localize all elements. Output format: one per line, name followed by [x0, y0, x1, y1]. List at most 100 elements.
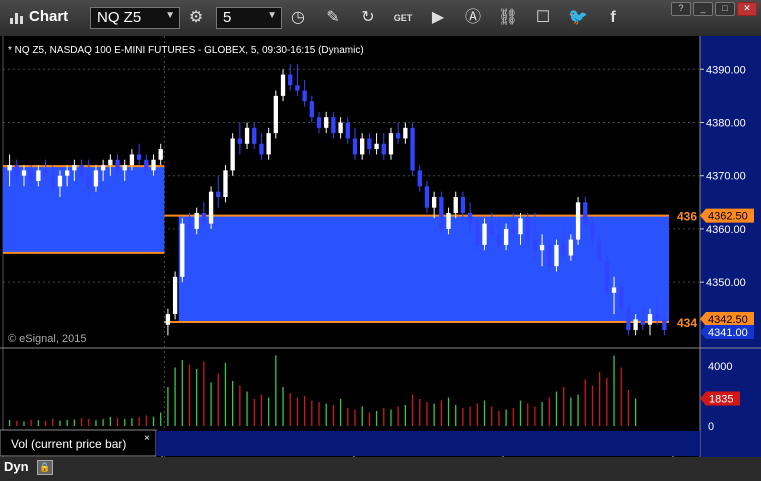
price-tick-label: 4380.00 [706, 118, 746, 130]
help-icon[interactable]: ? [671, 2, 691, 16]
candle-body [21, 170, 27, 176]
candle-body [431, 197, 437, 208]
last-price-value: 4341.00 [708, 327, 748, 339]
current-volume-value: 1835 [709, 393, 733, 405]
chat-icon[interactable]: ☐ [530, 7, 556, 29]
alert-icon[interactable]: Ⓐ [460, 7, 486, 29]
candle-body [259, 143, 264, 155]
candle-body [439, 197, 444, 229]
candle-body [575, 202, 581, 240]
candle-body [65, 170, 70, 176]
candle-body [216, 191, 221, 197]
candle-body [583, 202, 588, 224]
candle-body [554, 244, 559, 267]
candle-body [144, 159, 149, 171]
price-tick-label: 4350.00 [706, 277, 746, 289]
candle-body [460, 197, 466, 213]
interval-value: 5 [223, 9, 232, 26]
candle-body [244, 127, 250, 144]
symbol-value: NQ Z5 [97, 9, 142, 26]
lower-level-label: 434 [677, 316, 697, 330]
candle-body [381, 143, 386, 155]
candle-body [302, 90, 307, 102]
maximize-icon[interactable]: □ [715, 2, 735, 16]
candle-body [230, 138, 235, 171]
candle-body [86, 175, 91, 187]
refresh-icon[interactable]: ↻ [355, 7, 381, 29]
candle-body [223, 170, 228, 197]
lock-icon[interactable]: 🔒 [37, 460, 53, 475]
candle-body [619, 287, 624, 309]
candle-body [72, 165, 77, 171]
volume-study-label: Vol (current price bar) [11, 437, 126, 451]
candle-body [180, 223, 185, 277]
candle-body [172, 276, 178, 315]
close-icon[interactable]: ✕ [737, 2, 757, 16]
candle-body [208, 191, 214, 224]
price-tick-label: 4390.00 [706, 64, 746, 76]
candle-body [633, 319, 638, 331]
lower-level-value: 4342.50 [708, 314, 748, 326]
candle-body [417, 170, 422, 187]
candle-body [396, 133, 401, 139]
candle-body [129, 154, 135, 166]
chart-app-icon [10, 10, 24, 24]
candle-body [266, 133, 271, 155]
clock-icon[interactable]: ◷ [285, 7, 311, 29]
candle-body [518, 218, 523, 235]
candle-body [388, 133, 394, 155]
candle-body [108, 159, 113, 166]
candle-body [122, 165, 127, 171]
title-bar: Chart NQ Z5 ▼ ⚙ 5 ▼ ◷ ✎ ↻ GET ▶ Ⓐ ⛓ ☐ 🐦 … [0, 0, 761, 37]
candle-body [626, 308, 631, 331]
candle-body [561, 244, 566, 256]
candle-body [424, 186, 430, 208]
candle-body [446, 212, 451, 229]
candle-body [525, 218, 530, 240]
candle-body [539, 244, 545, 251]
candle-body [151, 159, 156, 171]
candle-body [482, 223, 487, 245]
prior-session-zone [3, 166, 165, 253]
candle-body [467, 212, 473, 224]
chart-area[interactable]: * NQ Z5, NASDAQ 100 E-MINI FUTURES - GLO… [0, 36, 761, 457]
candle-body [93, 170, 99, 187]
candle-body [532, 239, 538, 251]
window-controls: ? _ □ ✕ [671, 2, 757, 16]
symbol-input[interactable]: NQ Z5 ▼ [90, 7, 180, 29]
volume-tick-label: 4000 [708, 361, 732, 373]
candle-body [187, 223, 192, 229]
chevron-down-icon[interactable]: ▼ [165, 10, 175, 21]
candle-body [288, 74, 293, 86]
get-icon[interactable]: GET [390, 7, 416, 29]
candle-body [647, 314, 653, 325]
candle-body [50, 175, 55, 187]
minimize-icon[interactable]: _ [693, 2, 713, 16]
play-icon[interactable]: ▶ [425, 7, 451, 29]
chevron-down-icon[interactable]: ▼ [267, 10, 277, 21]
candle-body [136, 154, 142, 160]
facebook-icon[interactable]: f [600, 7, 626, 29]
candle-body [345, 122, 350, 139]
pencil-icon[interactable]: ✎ [320, 7, 346, 29]
candle-body [374, 143, 379, 150]
candle-body [201, 212, 207, 224]
candle-body [79, 165, 84, 176]
close-study-icon[interactable]: × [144, 433, 150, 444]
candle-body [352, 138, 358, 155]
app-title-label: Chart [29, 8, 69, 25]
candle-body [597, 239, 602, 261]
candle-body [511, 228, 516, 235]
settings-gear-icon[interactable]: ⚙ [183, 7, 209, 29]
copyright-text: © eSignal, 2015 [8, 333, 86, 345]
link-icon[interactable]: ⛓ [495, 7, 521, 29]
candle-body [43, 170, 48, 176]
dynamic-mode-label[interactable]: Dyn [4, 459, 29, 474]
candle-body [360, 138, 365, 155]
candle-body [36, 170, 41, 182]
twitter-icon[interactable]: 🐦 [565, 7, 591, 29]
price-tick-label: 4370.00 [706, 171, 746, 183]
interval-input[interactable]: 5 ▼ [216, 7, 282, 29]
candle-body [640, 319, 645, 325]
candle-body [662, 319, 667, 331]
